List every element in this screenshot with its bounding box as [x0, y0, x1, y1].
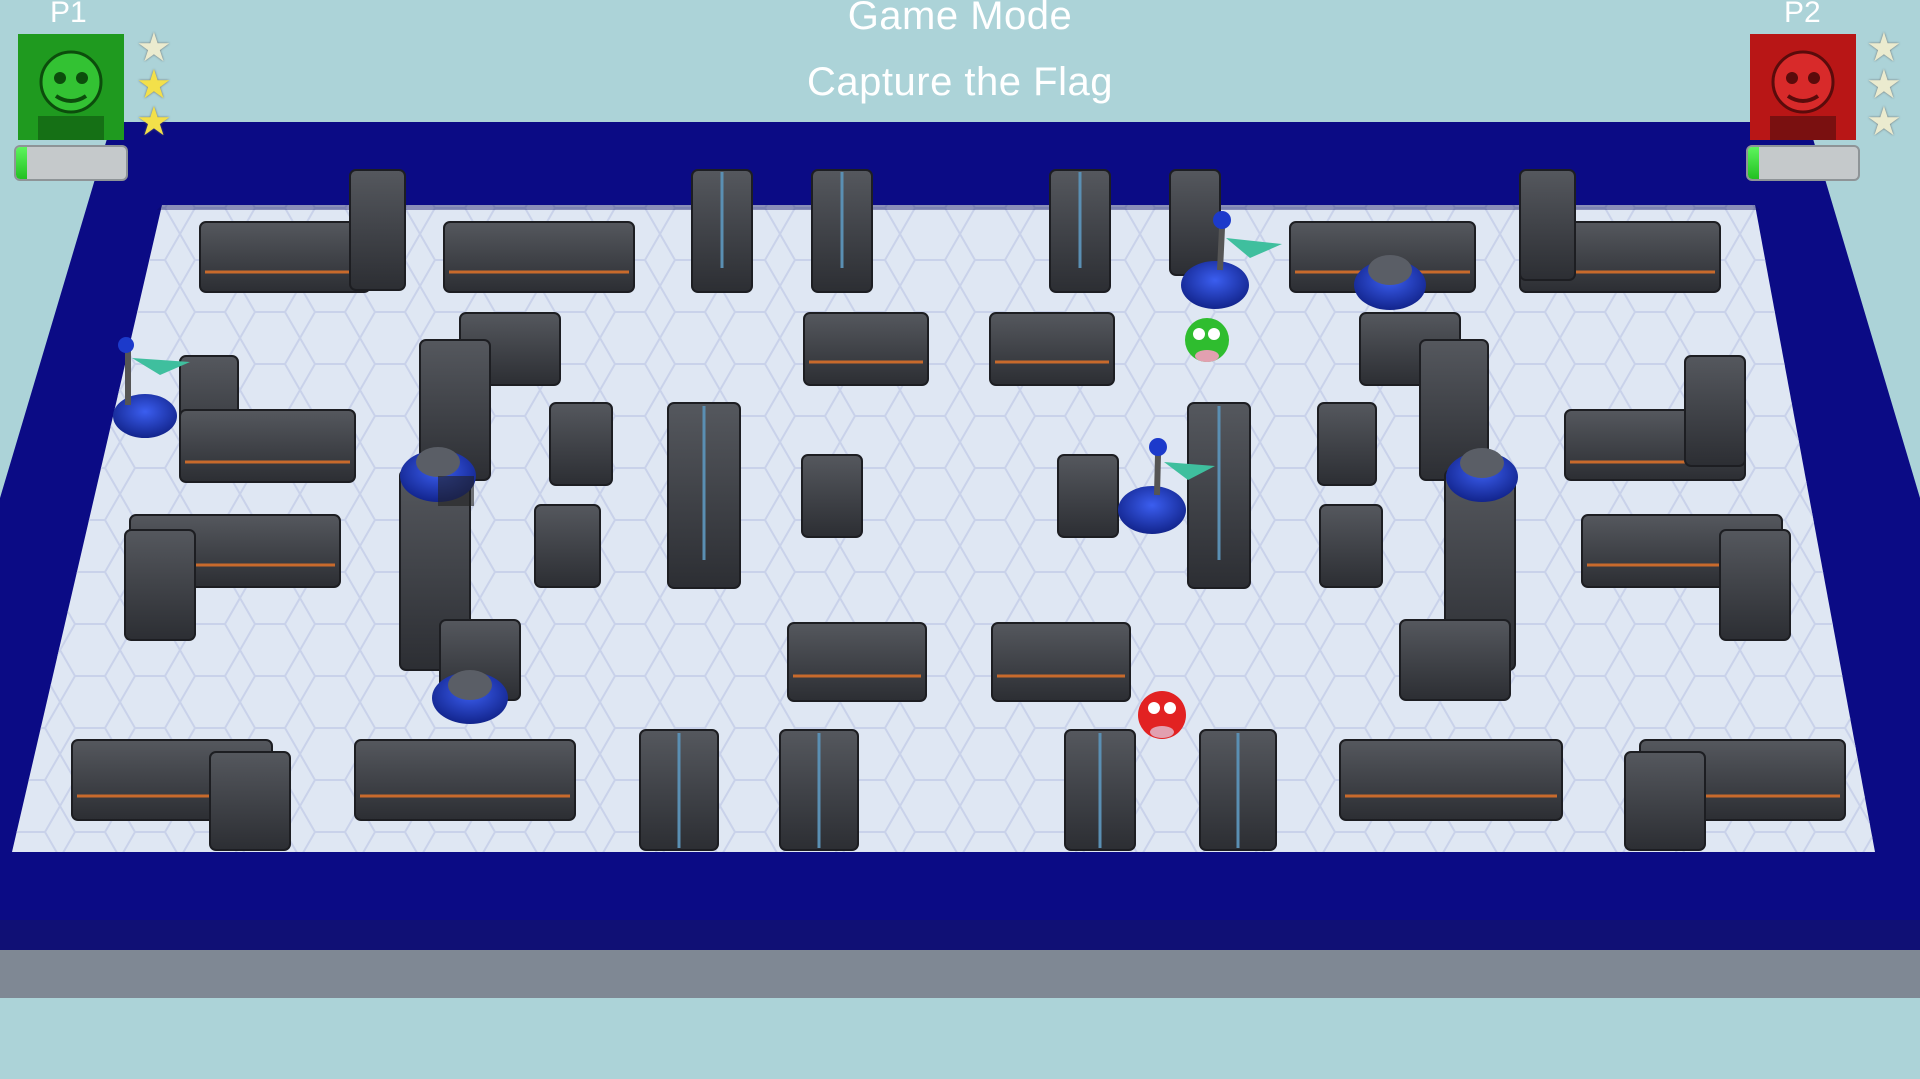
- game-arena: [0, 122, 1920, 998]
- wall-block: [534, 504, 601, 588]
- wall-block: [1169, 169, 1221, 276]
- wall-block: [1057, 454, 1119, 538]
- wall-block: [1049, 169, 1111, 293]
- player-2-health-bar: [1746, 145, 1860, 181]
- star-icon: ★: [136, 100, 172, 144]
- wall-block: [443, 221, 635, 293]
- wall-block: [991, 622, 1131, 702]
- wall-block: [801, 454, 863, 538]
- p2-character-icon: [1138, 691, 1186, 739]
- player-2-health-fill: [1748, 147, 1759, 179]
- p1-character-icon: [1185, 318, 1229, 362]
- wall-block: [811, 169, 873, 293]
- wall-block: [989, 312, 1115, 386]
- green-monkey-avatar-icon: [18, 34, 124, 140]
- star-icon: ★: [136, 63, 172, 107]
- star-icon: ★: [1866, 26, 1902, 70]
- wall-block: [1319, 504, 1383, 588]
- game-mode-label: Game Mode: [847, 0, 1073, 38]
- wall-block: [1339, 739, 1563, 821]
- player-1-health-bar: [14, 145, 128, 181]
- player-1-stars: ★ ★ ★: [136, 26, 178, 144]
- star-icon: ★: [1866, 100, 1902, 144]
- game-mode-name: Capture the Flag: [807, 60, 1113, 104]
- wall-block: [549, 402, 613, 486]
- wall-block: [354, 739, 576, 821]
- wall-block: [1317, 402, 1377, 486]
- player-1-label: P1: [50, 0, 87, 29]
- wall-block: [1187, 402, 1251, 589]
- wall-block: [691, 169, 753, 293]
- wall-block: [667, 402, 741, 589]
- star-icon: ★: [136, 26, 172, 70]
- wall-block: [1064, 729, 1136, 851]
- star-icon: ★: [1866, 63, 1902, 107]
- player-2-stars: ★ ★ ★: [1866, 26, 1908, 144]
- wall-block: [803, 312, 929, 386]
- wall-block: [787, 622, 927, 702]
- wall-block: [639, 729, 719, 851]
- player-2-label: P2: [1784, 0, 1821, 29]
- wall-block: [1199, 729, 1277, 851]
- player-1-health-fill: [16, 147, 27, 179]
- wall-block: [779, 729, 859, 851]
- red-monkey-avatar-icon: [1750, 34, 1856, 140]
